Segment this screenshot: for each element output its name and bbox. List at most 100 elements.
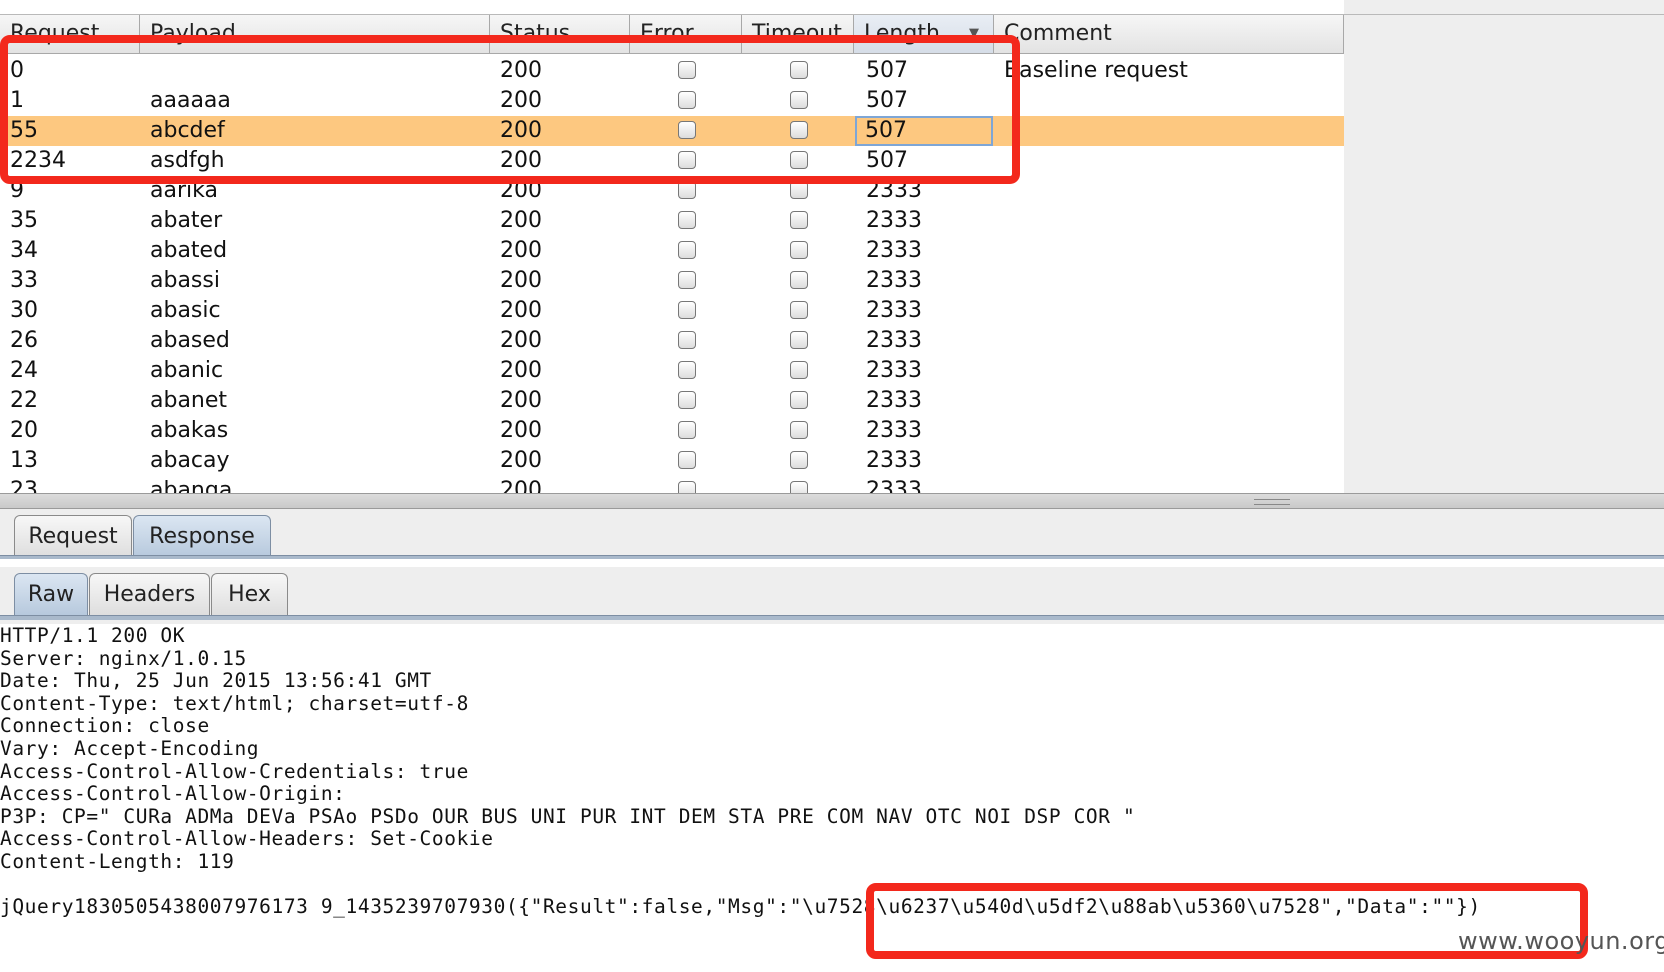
cell-comment: [1004, 296, 1334, 326]
splitter-grip-icon[interactable]: [1254, 499, 1290, 505]
tab-headers[interactable]: Headers: [89, 573, 210, 615]
cell-comment: [1004, 206, 1334, 236]
timeout-checkbox-icon[interactable]: [790, 271, 808, 289]
error-checkbox-icon[interactable]: [678, 481, 696, 493]
cell-comment: [1004, 146, 1334, 176]
cell-comment: [1004, 416, 1334, 446]
cell-comment: [1004, 116, 1334, 146]
timeout-checkbox-icon[interactable]: [790, 391, 808, 409]
cell-status: 200: [500, 448, 542, 473]
cell-status: 200: [500, 208, 542, 233]
response-line: Content-Length: 119: [0, 850, 235, 873]
table-row[interactable]: 23 abanga 200 2333: [0, 476, 1344, 493]
cell-request: 30: [10, 298, 38, 323]
cell-length: 2333: [866, 238, 922, 263]
column-header-comment[interactable]: Comment: [994, 15, 1344, 53]
cell-request: 35: [10, 208, 38, 233]
table-row[interactable]: 34 abated 200 2333: [0, 236, 1344, 266]
timeout-checkbox-icon[interactable]: [790, 421, 808, 439]
cell-length: 2333: [866, 208, 922, 233]
cell-status: 200: [500, 418, 542, 443]
table-row[interactable]: 24 abanic 200 2333: [0, 356, 1344, 386]
cell-payload: abased: [150, 328, 230, 353]
cell-length: 2333: [866, 448, 922, 473]
cell-comment: [1004, 236, 1334, 266]
error-checkbox-icon[interactable]: [678, 451, 696, 469]
table-row[interactable]: 33 abassi 200 2333: [0, 266, 1344, 296]
cell-status: 200: [500, 358, 542, 383]
tab-gap: [0, 559, 1664, 567]
tab-response[interactable]: Response: [133, 515, 271, 557]
cell-payload: abakas: [150, 418, 229, 443]
cell-payload: abater: [150, 208, 223, 233]
cell-payload: abanga: [150, 478, 233, 493]
cell-request: 20: [10, 418, 38, 443]
cell-status: 200: [500, 298, 542, 323]
timeout-checkbox-icon[interactable]: [790, 451, 808, 469]
cell-comment: [1004, 86, 1334, 116]
error-checkbox-icon[interactable]: [678, 421, 696, 439]
error-checkbox-icon[interactable]: [678, 331, 696, 349]
tab-raw[interactable]: Raw: [14, 573, 88, 615]
timeout-checkbox-icon[interactable]: [790, 241, 808, 259]
tab-hex[interactable]: Hex: [211, 573, 288, 615]
response-line: Content-Type: text/html; charset=utf-8: [0, 691, 469, 715]
table-row[interactable]: 20 abakas 200 2333: [0, 416, 1344, 446]
cell-status: 200: [500, 268, 542, 293]
cell-status: 200: [500, 328, 542, 353]
table-row[interactable]: 26 abased 200 2333: [0, 326, 1344, 356]
cell-request: 34: [10, 238, 38, 263]
cell-comment: [1004, 176, 1334, 206]
table-row[interactable]: 35 abater 200 2333: [0, 206, 1344, 236]
cell-payload: abasic: [150, 298, 221, 323]
response-line: Date: Thu, 25 Jun 2015 13:56:41 GMT: [0, 669, 432, 693]
table-row[interactable]: 13 abacay 200 2333: [0, 446, 1344, 476]
cell-comment: [1004, 386, 1334, 416]
cell-length: 2333: [866, 478, 922, 493]
response-line: Connection: close: [0, 714, 210, 738]
error-checkbox-icon[interactable]: [678, 211, 696, 229]
error-checkbox-icon[interactable]: [678, 271, 696, 289]
cell-length: 2333: [866, 268, 922, 293]
timeout-checkbox-icon[interactable]: [790, 331, 808, 349]
view-tab-bar: Raw Headers Hex: [0, 567, 1664, 624]
cell-length: 2333: [866, 358, 922, 383]
error-checkbox-icon[interactable]: [678, 361, 696, 379]
response-line: Access-Control-Allow-Origin:: [0, 782, 346, 806]
cell-request: 26: [10, 328, 38, 353]
table-row[interactable]: 30 abasic 200 2333: [0, 296, 1344, 326]
error-checkbox-icon[interactable]: [678, 301, 696, 319]
cell-comment: [1004, 266, 1334, 296]
cell-payload: abanic: [150, 358, 224, 383]
pane-splitter[interactable]: [0, 493, 1664, 509]
cell-comment: [1004, 476, 1334, 493]
cell-request: 24: [10, 358, 38, 383]
cell-payload: abacay: [150, 448, 230, 473]
cell-request: 33: [10, 268, 38, 293]
cell-request: 22: [10, 388, 38, 413]
response-line: HTTP/1.1 200 OK: [0, 624, 186, 647]
response-line: Server: nginx/1.0.15: [0, 646, 247, 670]
timeout-checkbox-icon[interactable]: [790, 211, 808, 229]
response-line: Vary: Accept-Encoding: [0, 737, 260, 760]
cell-status: 200: [500, 478, 542, 493]
cell-comment: [1004, 446, 1334, 476]
cell-status: 200: [500, 238, 542, 263]
response-line: P3P: CP=" CURa ADMa DEVa PSAo PSDo OUR B…: [0, 804, 1136, 828]
watermark-text: www.wooyun.org: [1458, 927, 1664, 955]
error-checkbox-icon[interactable]: [678, 391, 696, 409]
timeout-checkbox-icon[interactable]: [790, 361, 808, 379]
timeout-checkbox-icon[interactable]: [790, 481, 808, 493]
response-line: Access-Control-Allow-Credentials: true: [0, 759, 469, 783]
error-checkbox-icon[interactable]: [678, 241, 696, 259]
cell-length: 2333: [866, 298, 922, 323]
timeout-checkbox-icon[interactable]: [790, 301, 808, 319]
cell-status: 200: [500, 388, 542, 413]
message-tab-bar: Request Response: [0, 509, 1664, 560]
annotation-box-short-responses: [0, 35, 1020, 184]
cell-comment: [1004, 356, 1334, 386]
table-row[interactable]: 22 abanet 200 2333: [0, 386, 1344, 416]
tab-request[interactable]: Request: [14, 515, 132, 557]
cell-payload: abanet: [150, 388, 228, 413]
table-empty-area: [1344, 0, 1664, 493]
